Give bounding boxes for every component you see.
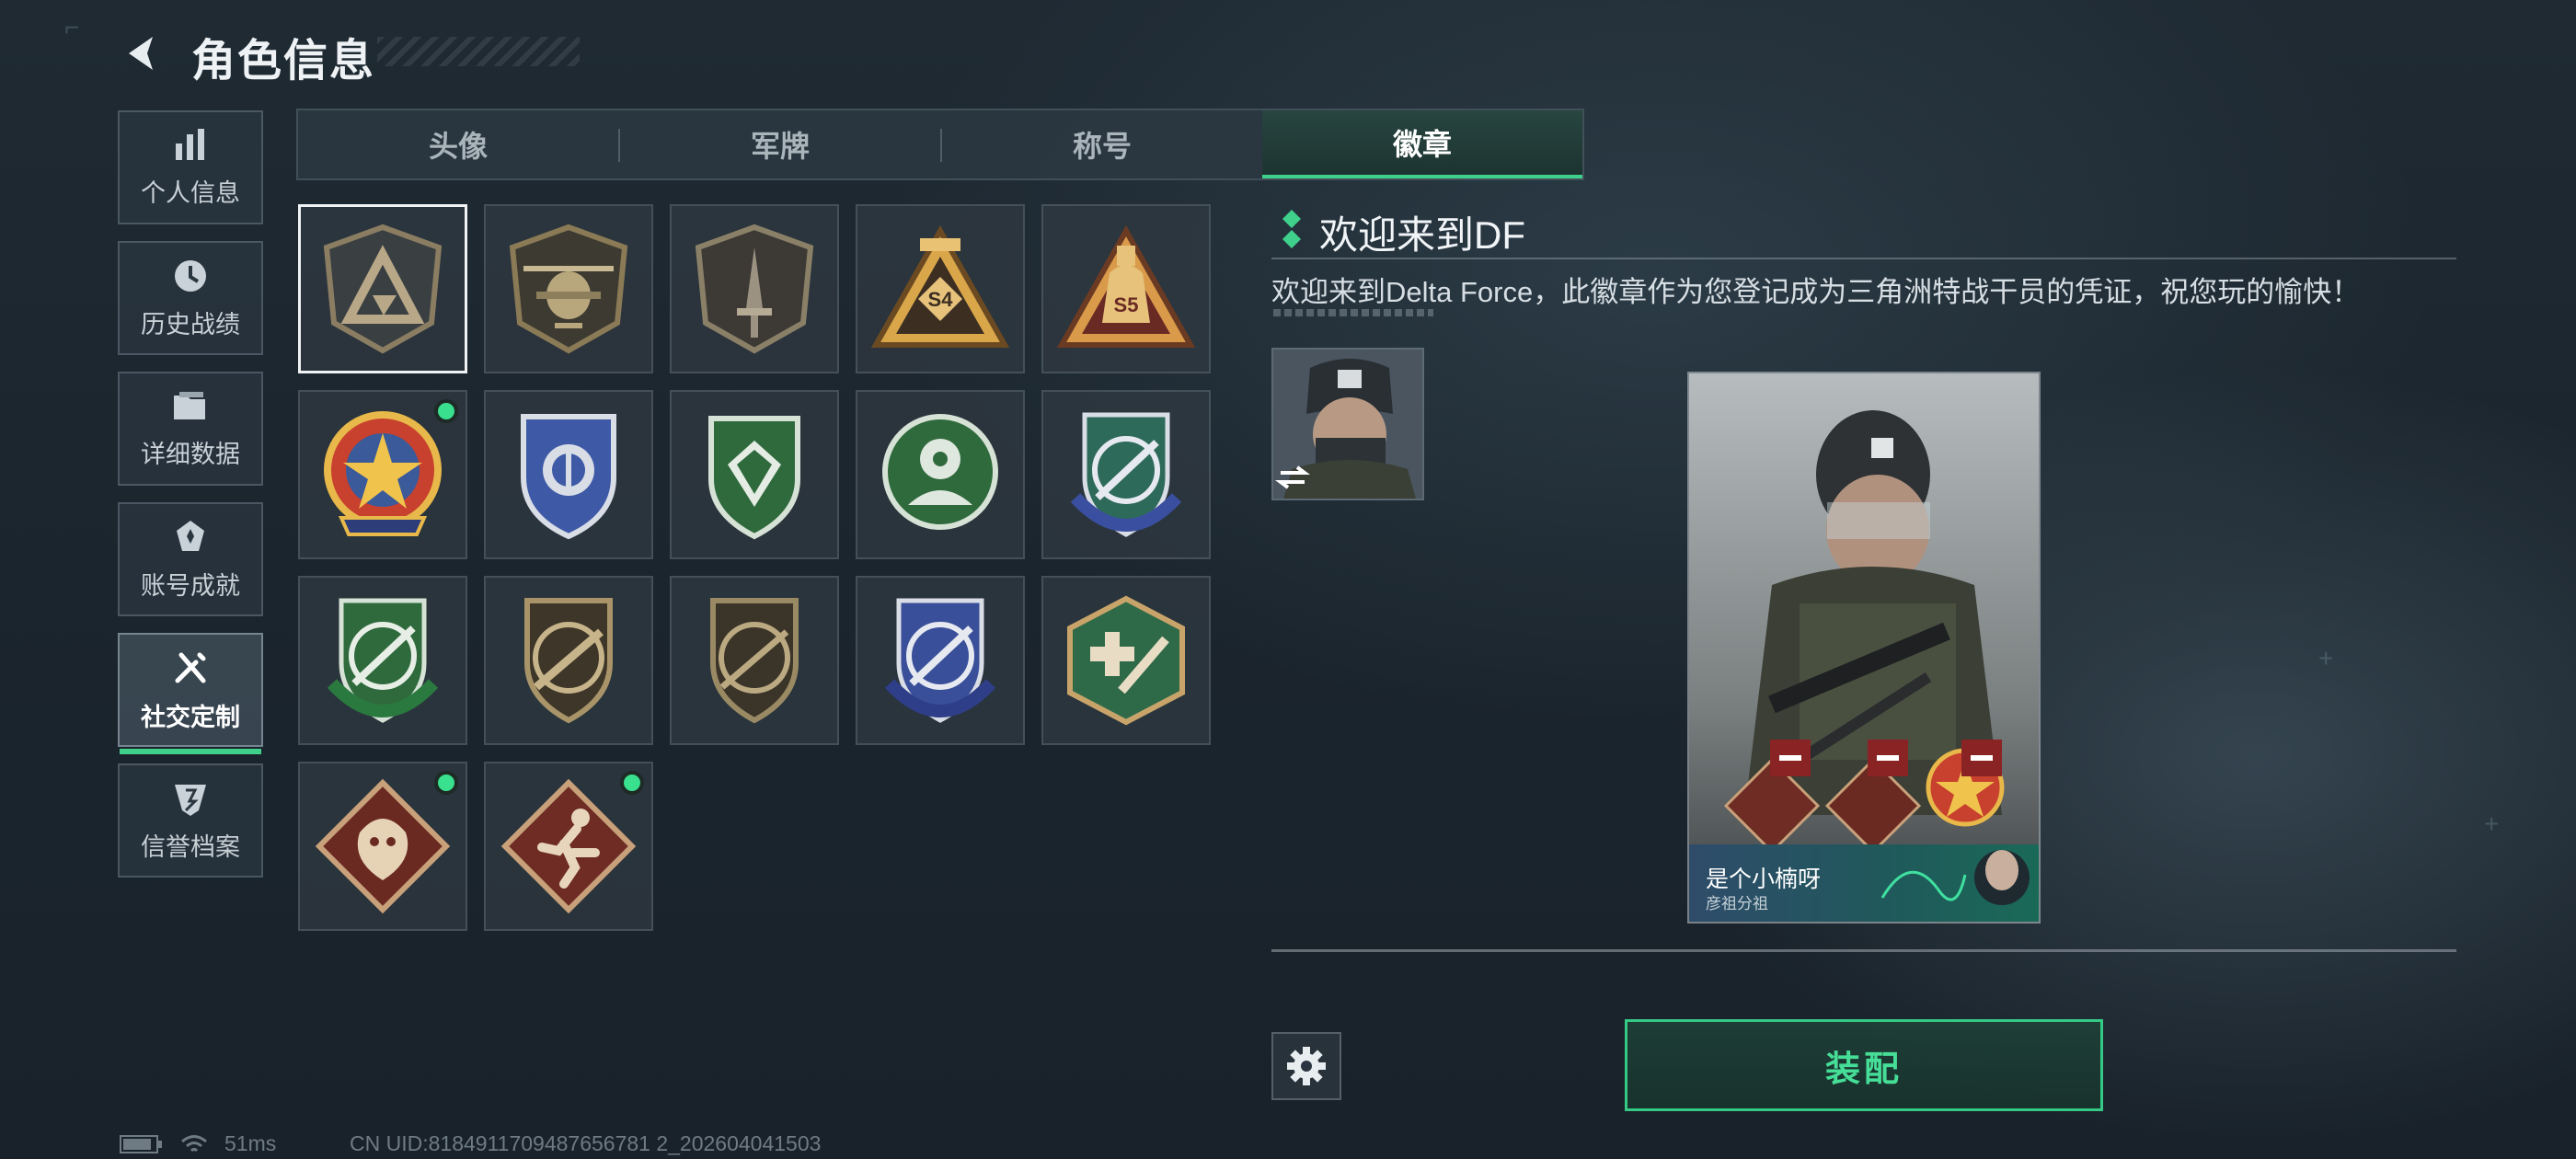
crosshair-mark: + — [2484, 809, 2500, 838]
avatar-portrait — [1273, 350, 1422, 499]
equip-button[interactable]: 装配 — [1625, 1019, 2103, 1111]
card-player-name: 是个小楠呀 — [1706, 866, 1822, 892]
bar-chart-icon — [176, 128, 204, 160]
s5-badge-label: S5 — [1114, 293, 1139, 316]
badge-cell-dragon[interactable] — [298, 762, 467, 931]
badge-cell-star-emblem[interactable] — [298, 390, 467, 559]
blue-shield-badge-icon — [521, 414, 616, 540]
tab-avatar[interactable]: 头像 — [298, 110, 618, 178]
card-subtitle: 彦祖分祖 — [1706, 895, 1768, 912]
tab-badge[interactable]: 徽章 — [1262, 110, 1582, 178]
sidebar-item-personal-info[interactable]: 个人信息 — [118, 110, 263, 224]
diamond-marker-icon — [1282, 210, 1301, 248]
sidebar-item-label: 社交定制 — [141, 703, 240, 731]
dagger-badge-icon — [695, 224, 814, 354]
status-bar: 51ms — [120, 1131, 276, 1156]
badge-cell-s4[interactable]: S4 — [856, 204, 1025, 373]
ping-value: 51ms — [224, 1131, 277, 1155]
badge-cell-green-rifle-wreath[interactable] — [298, 576, 467, 745]
delta-triangle-badge-icon — [323, 224, 443, 354]
sidebar-item-social-custom[interactable]: 社交定制 — [118, 633, 263, 754]
sidebar-item-label: 个人信息 — [141, 178, 240, 207]
wrench-icon — [175, 652, 206, 683]
brown-rifle-badge-2-icon — [710, 598, 799, 724]
gear-icon — [1287, 1047, 1326, 1085]
operator-card: 是个小楠呀 彦祖分祖 — [1687, 372, 2041, 924]
s4-badge-icon: S4 — [870, 224, 1010, 348]
runner-badge-icon — [500, 778, 637, 914]
progress-dots — [1273, 309, 1433, 316]
badge-cell-green-soldier[interactable] — [856, 390, 1025, 559]
blue-rifle-wreath-badge-2-icon — [884, 598, 996, 723]
new-indicator — [620, 771, 644, 795]
clock-history-icon — [175, 259, 206, 292]
badge-detail-title: 欢迎来到DF — [1319, 213, 1525, 257]
back-arrow-icon — [129, 37, 153, 70]
s4-badge-label: S4 — [928, 288, 954, 311]
helicopter-badge-icon — [509, 224, 628, 354]
back-button[interactable] — [118, 28, 169, 79]
badge-cell-helicopter[interactable] — [484, 204, 653, 373]
green-diamond-badge-icon — [708, 416, 800, 540]
green-rifle-wreath-badge-icon — [327, 598, 439, 723]
badge-cell-brown-rifle[interactable] — [484, 576, 653, 745]
user-uid: CN UID:8184911709487656781 2_20260404150… — [350, 1131, 822, 1155]
corner-mark: ⌐ — [64, 13, 80, 41]
tab-dogtag[interactable]: 军牌 — [620, 110, 940, 178]
operator-portrait — [1689, 373, 2039, 922]
star-emblem-badge-icon — [324, 411, 442, 536]
sidebar-item-achievements[interactable]: 账号成就 — [118, 502, 263, 616]
medic-rifle-badge-icon — [1067, 595, 1185, 726]
s5-badge-icon: S5 — [1056, 224, 1196, 348]
badge-cell-brown-rifle-2[interactable] — [670, 576, 839, 745]
tab-title[interactable]: 称号 — [942, 110, 1262, 178]
badge-cell-blue-shield[interactable] — [484, 390, 653, 559]
title-decoration — [377, 37, 580, 66]
badge-cell-delta-triangle[interactable] — [298, 204, 467, 373]
sidebar-item-label: 账号成就 — [141, 571, 240, 600]
detail-divider — [1271, 258, 2456, 259]
badge-cell-blue-rifle-wreath-2[interactable] — [856, 576, 1025, 745]
tab-bar: 头像 军牌 称号 徽章 — [296, 109, 1584, 180]
sidebar-item-reputation[interactable]: 信誉档案 — [118, 763, 263, 878]
badge-cell-runner[interactable] — [484, 762, 653, 931]
badge-cell-dagger[interactable] — [670, 204, 839, 373]
badge-detail-description: 欢迎来到Delta Force，此徽章作为您登记成为三角洲特战干员的凭证，祝您玩… — [1271, 276, 2361, 308]
badge-cell-s5[interactable]: S5 — [1041, 204, 1211, 373]
folder-icon — [174, 391, 205, 419]
crosshair-mark: + — [2318, 644, 2334, 672]
shield-reputation-icon — [175, 784, 206, 816]
new-indicator — [434, 771, 458, 795]
achievement-icon — [177, 520, 204, 551]
avatar[interactable] — [1271, 348, 1424, 500]
blue-rifle-wreath-badge-icon — [1070, 412, 1182, 537]
battery-icon — [120, 1134, 162, 1153]
panel-divider — [1271, 949, 2456, 952]
new-indicator — [434, 399, 458, 423]
settings-button[interactable] — [1271, 1032, 1341, 1100]
active-indicator — [120, 749, 261, 754]
badge-cell-green-diamond[interactable] — [670, 390, 839, 559]
sidebar-item-detailed-data[interactable]: 详细数据 — [118, 372, 263, 486]
badge-cell-blue-rifle-wreath[interactable] — [1041, 390, 1211, 559]
page-title: 角色信息 — [191, 37, 376, 86]
dragon-badge-icon — [315, 778, 451, 914]
sidebar-item-label: 历史战绩 — [141, 310, 240, 339]
green-soldier-badge-icon — [882, 414, 998, 530]
badge-cell-medic-rifle[interactable] — [1041, 576, 1211, 745]
wifi-icon — [181, 1134, 207, 1152]
brown-rifle-badge-icon — [524, 598, 613, 724]
sidebar-item-label: 详细数据 — [141, 440, 240, 468]
sidebar-item-history[interactable]: 历史战绩 — [118, 241, 263, 355]
sidebar-item-label: 信誉档案 — [141, 832, 240, 861]
